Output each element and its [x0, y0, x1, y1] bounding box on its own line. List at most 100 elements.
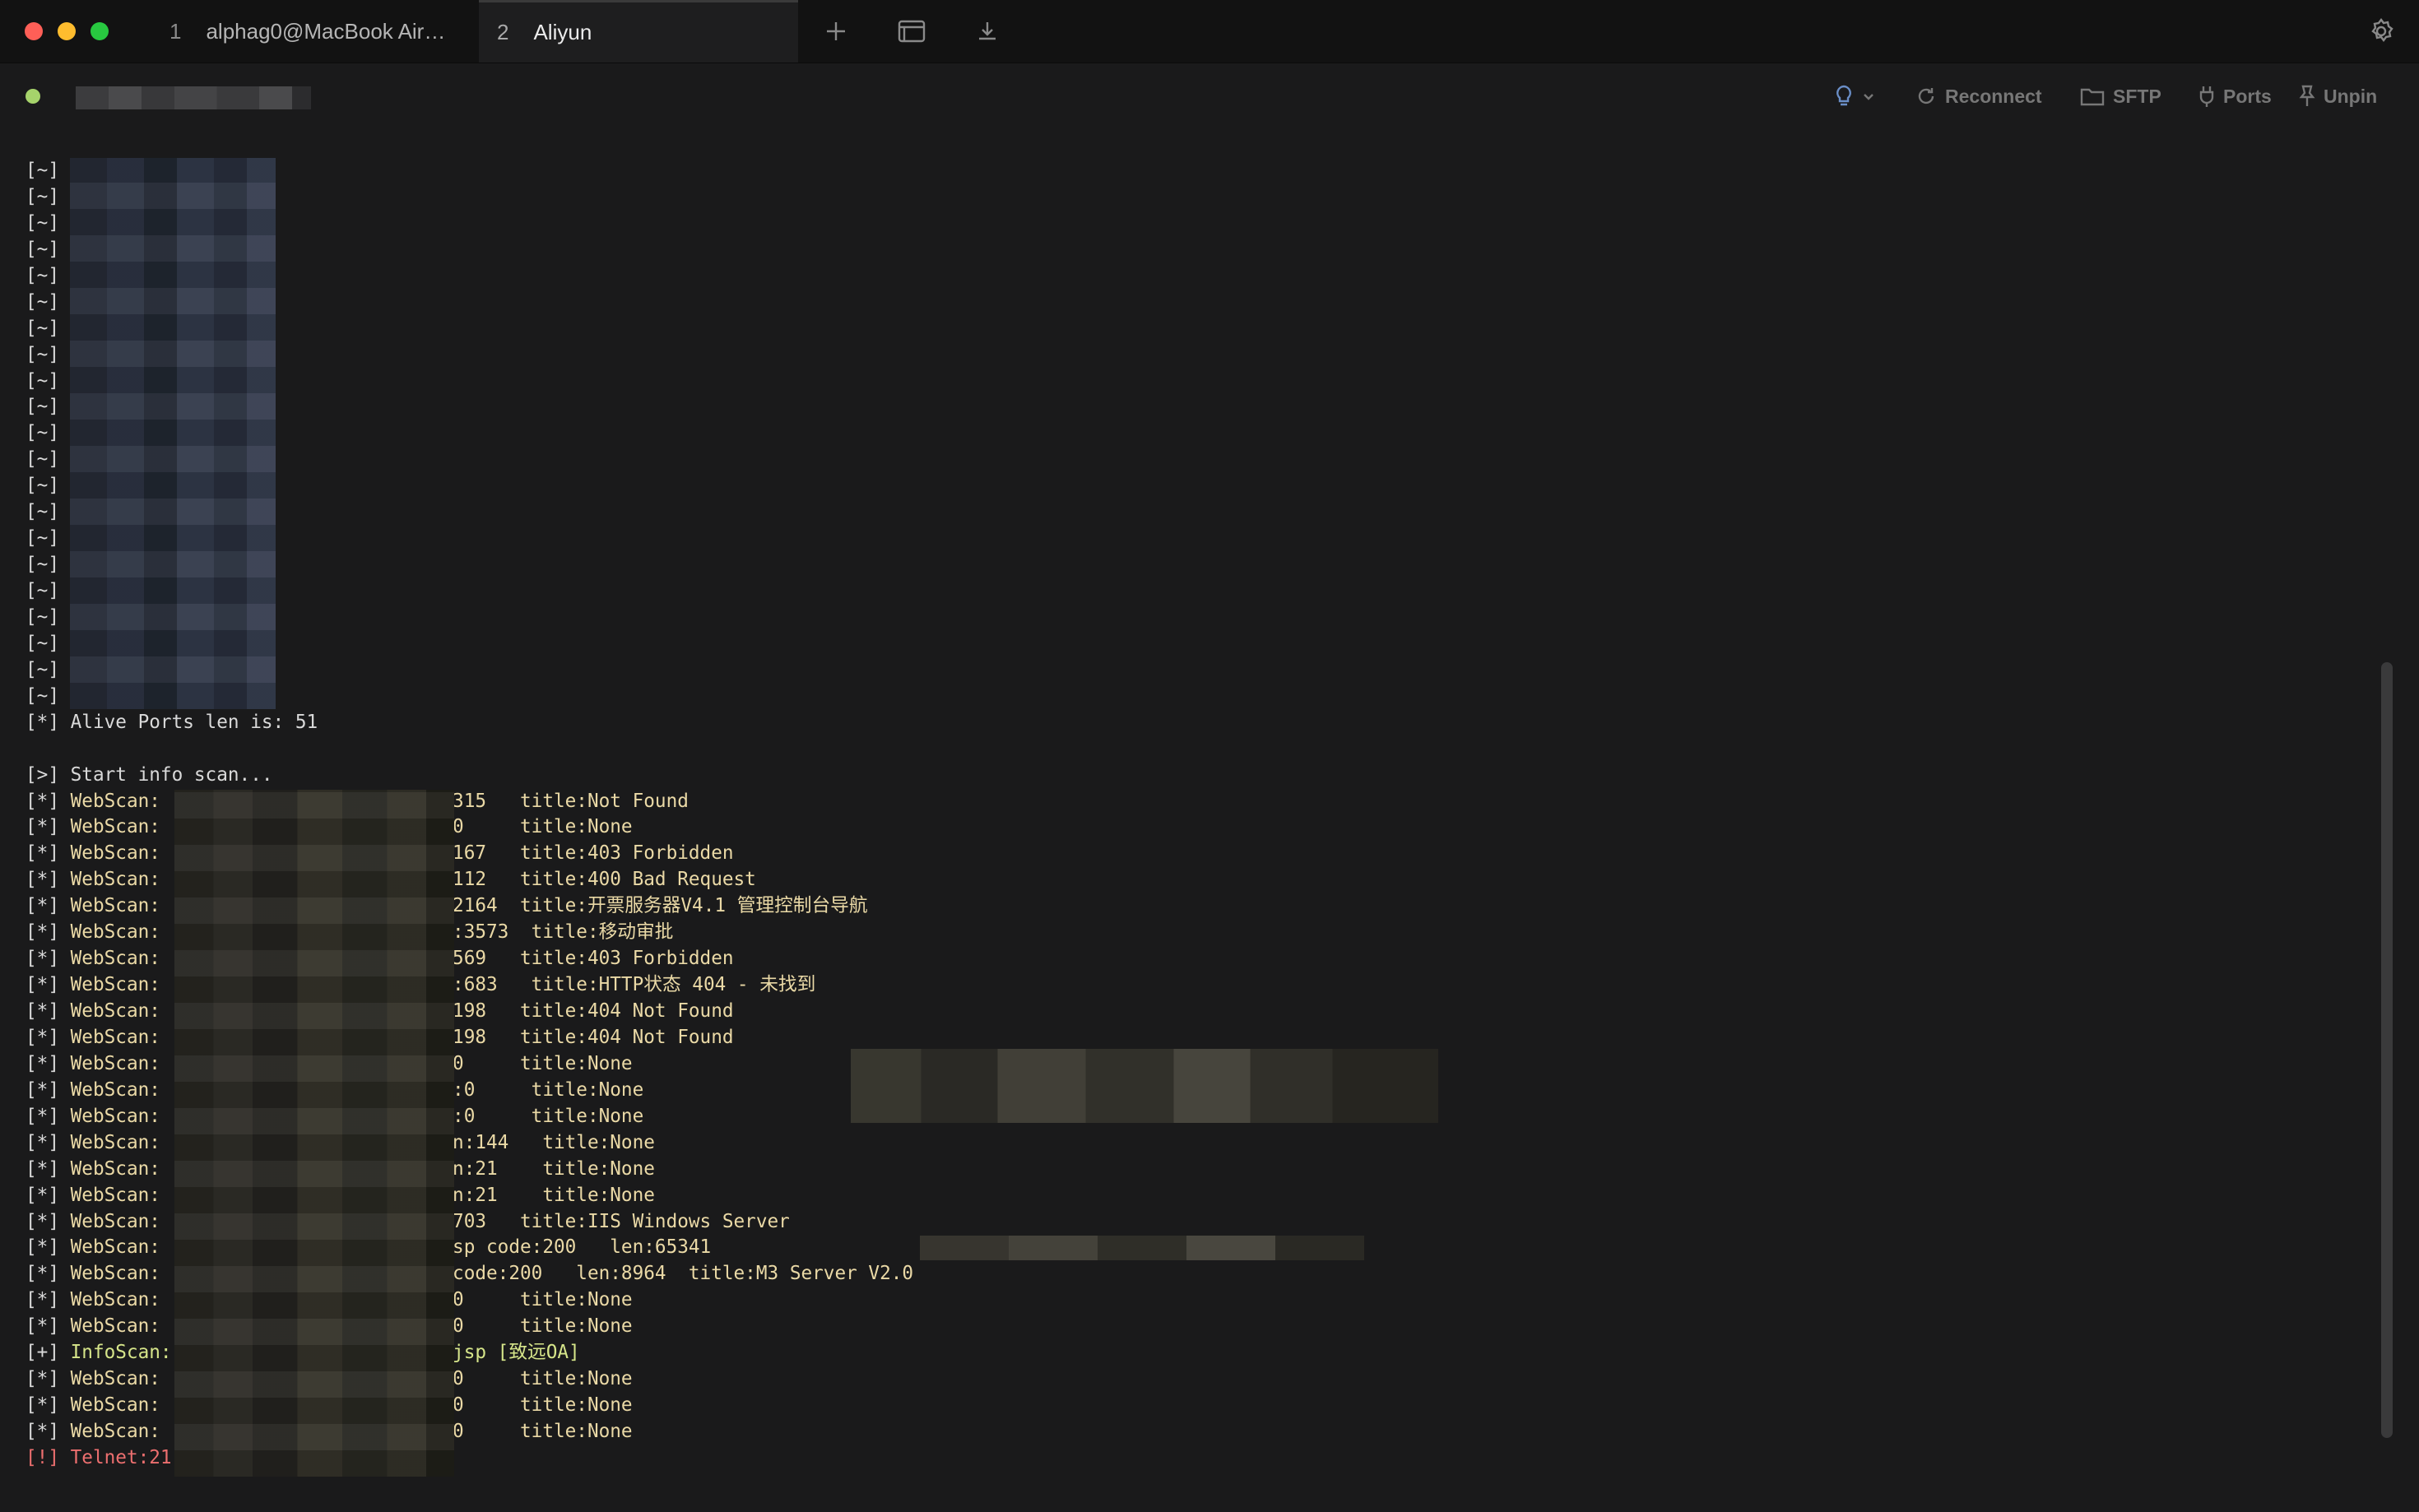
session-toolbar: Reconnect SFTP Ports Unpin	[0, 63, 2419, 129]
redacted-port-hosts	[70, 158, 276, 709]
terminal-line: [*] WebScan: code:301 len:0 title:None	[26, 1051, 913, 1078]
terminal-line: [*] WebScan: code:200 len:703 title:IIS …	[26, 1209, 913, 1236]
terminal-line: [*] WebScan: code:404 len:198 title:404 …	[26, 999, 913, 1025]
line-text: Telnet:21	[58, 1446, 172, 1468]
terminal-line: [+] InfoScan: 00/seeyon/index.jsp [致远OA]	[26, 1340, 913, 1366]
terminal-line: [*] WebScan: 0 code:404 len:683 title:HT…	[26, 972, 913, 999]
line-prefix: [*]	[26, 1394, 59, 1417]
line-prefix: [~]	[26, 580, 59, 601]
line-prefix: [~]	[26, 475, 59, 497]
tab-label: alphag0@MacBook Air…	[206, 18, 446, 44]
hint-button[interactable]	[1833, 81, 1883, 111]
line-prefix: [!]	[26, 1446, 59, 1468]
line-prefix: [~]	[26, 264, 59, 286]
terminal-line: [*] WebScan: 81 code:404 len:144 title:N…	[26, 1130, 913, 1157]
line-prefix: [*]	[26, 1026, 59, 1048]
terminal-line: [*] WebScan: code:403 len:569 title:403 …	[26, 946, 913, 972]
terminal-line: [*] WebScan: 0 code:302 len:0 title:None	[26, 1078, 913, 1104]
line-prefix: [~]	[26, 554, 59, 576]
window-icon[interactable]	[895, 15, 928, 48]
line-prefix: [*]	[26, 974, 59, 996]
terminal-line: [*] WebScan: code:200 len:0 title:None	[26, 1393, 913, 1419]
plus-icon[interactable]	[819, 15, 852, 48]
line-prefix: [*]	[26, 921, 59, 944]
line-prefix: [~]	[26, 238, 59, 260]
terminal-line: [*] WebScan: code:200 len:0 title:None	[26, 1419, 913, 1445]
line-prefix: [>]	[26, 763, 59, 786]
terminal-line: [*] Alive Ports len is: 51	[26, 710, 913, 736]
line-prefix: [*]	[26, 816, 59, 838]
line-prefix: [*]	[26, 842, 59, 865]
line-prefix: [+]	[26, 1342, 59, 1364]
terminal-line: [*] WebScan: 08 code:500 len:21 title:No…	[26, 1183, 913, 1209]
terminal-line: [*] WebScan: code:404 len:0 title:None	[26, 814, 913, 841]
terminal-line: [*] WebScan: code:200 len:0 title:None	[26, 1314, 913, 1340]
reconnect-icon	[1918, 88, 1934, 104]
line-prefix: [*]	[26, 711, 59, 733]
ports-button[interactable]: Ports	[2198, 81, 2272, 111]
line-text: Alive Ports len is: 51	[58, 711, 318, 733]
plug-icon	[2199, 86, 2214, 107]
line-prefix: [*]	[26, 1000, 59, 1022]
terminal-line: [!] Telnet:21	[26, 1445, 913, 1472]
vertical-scrollbar[interactable]	[2381, 662, 2393, 1438]
line-prefix: [*]	[26, 1263, 59, 1285]
terminal-line: [*] WebScan: code:403 len:167 title:403 …	[26, 841, 913, 867]
tab-number: 1	[169, 18, 182, 44]
gear-icon[interactable]	[2365, 15, 2398, 48]
tab-label: Aliyun	[533, 20, 592, 44]
line-prefix: [*]	[26, 1368, 59, 1390]
line-prefix: [*]	[26, 790, 59, 812]
sftp-button[interactable]: SFTP	[2080, 81, 2161, 111]
line-prefix: [*]	[26, 1052, 59, 1074]
reconnect-button[interactable]: Reconnect	[1915, 81, 2042, 111]
line-prefix: [*]	[26, 1289, 59, 1311]
close-window-button[interactable]	[25, 22, 43, 40]
line-prefix: [~]	[26, 343, 59, 365]
line-prefix: [~]	[26, 185, 59, 207]
line-prefix: [~]	[26, 527, 59, 550]
terminal-line: [*] WebScan: code:200 len:0 title:None	[26, 1287, 913, 1314]
line-prefix: [~]	[26, 160, 59, 181]
minimize-window-button[interactable]	[58, 22, 76, 40]
terminal-line: [*] WebScan: 0 code:302 len:0 title:None	[26, 1104, 913, 1130]
terminal-line: [*] WebScan: 0/seeyon/index.jsp code:200…	[26, 1235, 913, 1261]
lightbulb-icon	[1836, 85, 1851, 106]
tab-number: 2	[497, 20, 509, 44]
line-prefix: [*]	[26, 1105, 59, 1127]
line-prefix: [~]	[26, 290, 59, 313]
line-prefix: [~]	[26, 448, 59, 471]
line-prefix: [*]	[26, 1236, 59, 1259]
terminal-line: [*] WebScan: code:200 len:0 title:None	[26, 1366, 913, 1393]
line-prefix: [*]	[26, 1131, 59, 1153]
terminal-line: [*] WebScan: code:404 len:198 title:404 …	[26, 1025, 913, 1051]
line-prefix: [~]	[26, 501, 59, 523]
hostname-redacted	[76, 86, 311, 109]
line-prefix: [~]	[26, 632, 59, 654]
zoom-window-button[interactable]	[91, 22, 109, 40]
line-prefix: [~]	[26, 369, 59, 392]
line-prefix: [~]	[26, 684, 59, 707]
line-prefix: [*]	[26, 1157, 59, 1180]
pin-icon	[2299, 85, 2315, 106]
terminal-line: [*] WebScan: code:400 len:112 title:400 …	[26, 867, 913, 893]
terminal-line: [*] WebScan: 08 code:500 len:21 title:No…	[26, 1157, 913, 1183]
unpin-label: Unpin	[2324, 85, 2378, 107]
line-prefix: [*]	[26, 895, 59, 917]
tab-aliyun[interactable]: 2 Aliyun	[479, 0, 798, 63]
terminal-line: [*] WebScan: code:404 len:315 title:Not …	[26, 789, 913, 815]
tab-macbook-air[interactable]: 1 alphag0@MacBook Air…	[155, 0, 474, 63]
line-prefix: [*]	[26, 1315, 59, 1338]
line-prefix: [*]	[26, 869, 59, 891]
chevron-down-icon	[1864, 94, 1873, 100]
line-prefix: [~]	[26, 658, 59, 680]
line-prefix: [*]	[26, 1210, 59, 1232]
redacted-web-urls	[174, 790, 454, 1477]
folder-icon	[2080, 88, 2105, 106]
sftp-label: SFTP	[2113, 85, 2161, 107]
unpin-button[interactable]: Unpin	[2299, 81, 2377, 111]
terminal-line: [>] Start info scan...	[26, 763, 913, 789]
download-icon[interactable]	[971, 15, 1004, 48]
line-prefix: [~]	[26, 317, 59, 339]
